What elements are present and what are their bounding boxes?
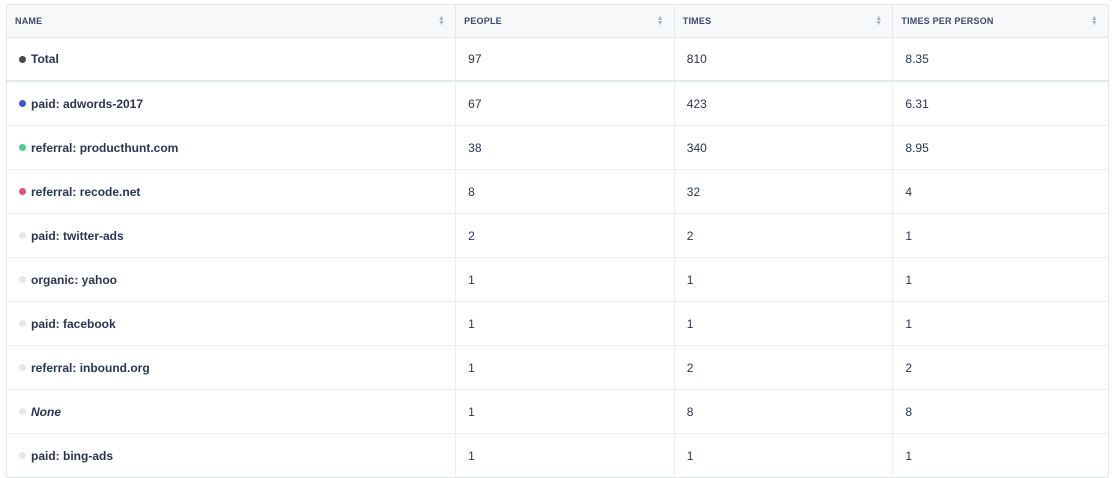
times-per-person-cell: 8: [905, 404, 913, 419]
sort-icon[interactable]: ▲ ▼: [438, 15, 445, 27]
segment-name: paid: twitter-ads: [31, 228, 124, 243]
people-cell: 1: [456, 302, 675, 345]
column-header-name[interactable]: NAME ▲ ▼: [7, 5, 457, 37]
times-per-person-cell: 1: [905, 316, 913, 331]
column-header-label: NAME: [15, 16, 43, 26]
series-color-dot-icon[interactable]: [19, 408, 26, 415]
segment-name: referral: producthunt.com: [31, 140, 179, 155]
segmentation-table: NAME ▲ ▼ PEOPLE ▲ ▼ TIMES ▲ ▼ TIMES PER PER…: [6, 4, 1109, 478]
times-cell: 1: [675, 258, 894, 301]
series-color-dot-icon[interactable]: [19, 144, 26, 151]
series-color-dot-icon[interactable]: [19, 188, 26, 195]
times-cell: 810: [675, 38, 894, 80]
segment-name-cell[interactable]: paid: facebook: [7, 302, 457, 345]
series-color-dot-icon[interactable]: [19, 452, 26, 459]
table-row[interactable]: paid: facebook 1 1 1: [7, 302, 1108, 346]
column-header-label: PEOPLE: [464, 16, 502, 26]
segment-name-cell[interactable]: paid: adwords-2017: [7, 82, 457, 125]
segment-name: referral: recode.net: [31, 184, 141, 199]
series-color-dot-icon[interactable]: [19, 276, 26, 283]
segment-name: Total: [31, 52, 59, 66]
column-header-people[interactable]: PEOPLE ▲ ▼: [456, 5, 675, 37]
people-cell: 8: [456, 170, 675, 213]
series-color-dot-icon[interactable]: [19, 100, 26, 107]
column-header-label: TIMES PER PERSON: [901, 16, 994, 26]
table-row[interactable]: referral: recode.net 8 32 4: [7, 170, 1108, 214]
segment-name: paid: bing-ads: [31, 448, 113, 463]
people-cell: 1: [456, 434, 675, 477]
table-row[interactable]: paid: twitter-ads 2 2 1: [7, 214, 1108, 258]
times-per-person-cell: 4: [905, 184, 913, 199]
times-cell: 2: [675, 214, 894, 257]
times-per-person-cell: 6.31: [905, 96, 929, 111]
times-per-person-cell: 1: [905, 448, 913, 463]
sort-icon[interactable]: ▲ ▼: [1091, 15, 1098, 27]
segment-name-cell[interactable]: None: [7, 390, 457, 433]
sort-icon[interactable]: ▲ ▼: [657, 15, 664, 27]
segment-name-cell[interactable]: Total: [7, 38, 457, 80]
times-cell: 2: [675, 346, 894, 389]
people-cell: 38: [456, 126, 675, 169]
column-header-times-per-person[interactable]: TIMES PER PERSON ▲ ▼: [893, 5, 1108, 37]
segment-name: paid: adwords-2017: [31, 96, 144, 111]
series-color-dot-icon[interactable]: [19, 232, 26, 239]
table-row[interactable]: None 1 8 8: [7, 390, 1108, 434]
table-row[interactable]: referral: producthunt.com 38 340 8.95: [7, 126, 1108, 170]
column-header-label: TIMES: [682, 16, 712, 26]
series-color-dot-icon[interactable]: [19, 55, 26, 63]
people-cell: 2: [456, 214, 675, 257]
segment-name: organic: yahoo: [31, 272, 118, 287]
people-cell: 1: [456, 258, 675, 301]
times-cell: 1: [675, 302, 894, 345]
segment-name-cell[interactable]: referral: recode.net: [7, 170, 457, 213]
table-header: NAME ▲ ▼ PEOPLE ▲ ▼ TIMES ▲ ▼ TIMES PER PER…: [7, 5, 1108, 38]
segment-name: referral: inbound.org: [31, 360, 150, 375]
series-color-dot-icon[interactable]: [19, 320, 26, 327]
segment-name-cell[interactable]: paid: bing-ads: [7, 434, 457, 477]
segment-name-cell[interactable]: referral: producthunt.com: [7, 126, 457, 169]
segment-name-cell[interactable]: referral: inbound.org: [7, 346, 457, 389]
times-per-person-cell: 1: [905, 228, 913, 243]
people-cell: 67: [456, 82, 675, 125]
times-per-person-cell: 8.35: [905, 52, 929, 66]
table-row[interactable]: paid: bing-ads 1 1 1: [7, 434, 1108, 477]
times-cell: 8: [675, 390, 894, 433]
times-per-person-cell: 8.95: [905, 140, 929, 155]
series-color-dot-icon[interactable]: [19, 364, 26, 371]
table-row[interactable]: paid: adwords-2017 67 423 6.31: [7, 82, 1108, 126]
segment-name-cell[interactable]: paid: twitter-ads: [7, 214, 457, 257]
people-cell: 97: [456, 38, 675, 80]
table-body: Total 97 810 8.35 paid: adwords-2017 67 423 6.3…: [7, 38, 1108, 477]
table-row[interactable]: organic: yahoo 1 1 1: [7, 258, 1108, 302]
times-cell: 32: [675, 170, 894, 213]
sort-icon[interactable]: ▲ ▼: [875, 15, 882, 27]
column-header-times[interactable]: TIMES ▲ ▼: [675, 5, 894, 37]
times-per-person-cell: 2: [905, 360, 913, 375]
segment-name: None: [31, 404, 61, 419]
times-per-person-cell: 1: [905, 272, 913, 287]
times-cell: 423: [675, 82, 894, 125]
times-cell: 1: [675, 434, 894, 477]
segment-name-cell[interactable]: organic: yahoo: [7, 258, 457, 301]
times-cell: 340: [675, 126, 894, 169]
table-row[interactable]: Total 97 810 8.35: [7, 38, 1108, 82]
segment-name: paid: facebook: [31, 316, 116, 331]
table-row[interactable]: referral: inbound.org 1 2 2: [7, 346, 1108, 390]
people-cell: 1: [456, 346, 675, 389]
people-cell: 1: [456, 390, 675, 433]
